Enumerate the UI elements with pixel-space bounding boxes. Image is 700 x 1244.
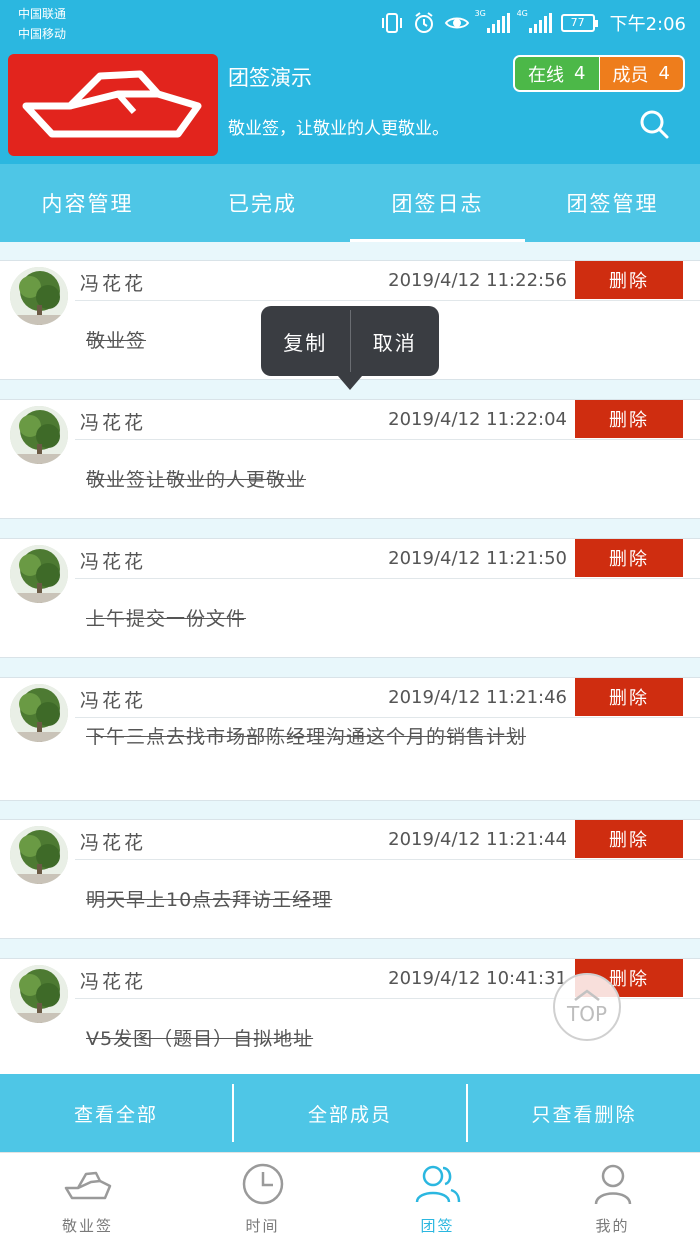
- battery-icon: 77: [560, 14, 598, 32]
- search-icon: [640, 110, 669, 139]
- tab-content-management[interactable]: 内容管理: [0, 164, 175, 242]
- nav-time[interactable]: 时间: [175, 1153, 350, 1244]
- entry-text[interactable]: 明天早上10点去拜访王经理: [86, 885, 660, 915]
- header: 团签演示 敬业签，让敬业的人更敬业。 在线 4 成员 4: [0, 48, 700, 164]
- delete-button[interactable]: 删除: [575, 400, 683, 438]
- avatar: [10, 684, 68, 742]
- entry-timestamp: 2019/4/12 11:21:46: [388, 687, 567, 708]
- avatar: [10, 406, 68, 464]
- entry-timestamp: 2019/4/12 11:21:44: [388, 829, 567, 850]
- entry-timestamp: 2019/4/12 10:41:31: [388, 968, 567, 989]
- cancel-button[interactable]: 取消: [351, 306, 440, 376]
- tab-completed[interactable]: 已完成: [175, 164, 350, 242]
- all-members-button[interactable]: 全部成员: [234, 1074, 466, 1152]
- top-label: TOP: [566, 1002, 608, 1026]
- divider: [75, 578, 700, 579]
- log-entry[interactable]: 冯花花 2019/4/12 11:22:04 删除 敬业签让敬业的人更敬业: [0, 399, 700, 519]
- carrier-1: 中国联通: [18, 7, 67, 21]
- signal-4g-icon: 4G: [517, 9, 552, 33]
- slogan: 敬业签，让敬业的人更敬业。: [228, 119, 449, 139]
- author-name: 冯花花: [80, 832, 147, 854]
- signal-3g-icon: 3G: [475, 9, 510, 33]
- entry-timestamp: 2019/4/12 11:22:56: [388, 270, 567, 291]
- view-all-button[interactable]: 查看全部: [0, 1074, 232, 1152]
- delete-button[interactable]: 删除: [575, 539, 683, 577]
- nav-mine[interactable]: 我的: [525, 1153, 700, 1244]
- delete-button[interactable]: 删除: [575, 261, 683, 299]
- search-button[interactable]: [638, 108, 670, 140]
- author-name: 冯花花: [80, 971, 147, 993]
- section-tabs: 内容管理 已完成 团签日志 团签管理: [0, 164, 700, 242]
- entry-timestamp: 2019/4/12 11:22:04: [388, 409, 567, 430]
- nav-team[interactable]: 团签: [350, 1153, 525, 1244]
- log-entry[interactable]: 冯花花 2019/4/12 11:21:46 删除 下午三点去找市场部陈经理沟通…: [0, 677, 700, 801]
- filter-actions-bar: 查看全部 全部成员 只查看删除: [0, 1074, 700, 1152]
- scroll-to-top-button[interactable]: TOP: [553, 973, 621, 1041]
- nav-jingyeqian[interactable]: 敬业签: [0, 1153, 175, 1244]
- author-name: 冯花花: [80, 690, 147, 712]
- author-name: 冯花花: [80, 551, 147, 573]
- divider: [75, 439, 700, 440]
- carrier-2: 中国移动: [18, 27, 67, 41]
- entry-text[interactable]: 下午三点去找市场部陈经理沟通这个月的销售计划: [86, 722, 660, 752]
- author-name: 冯花花: [80, 412, 147, 434]
- entry-text[interactable]: 敬业签让敬业的人更敬业: [86, 465, 660, 495]
- team-stats[interactable]: 在线 4 成员 4: [513, 55, 685, 92]
- member-count-badge[interactable]: 成员 4: [598, 57, 683, 90]
- avatar: [10, 267, 68, 325]
- delete-button[interactable]: 删除: [575, 820, 683, 858]
- status-bar: 中国联通 中国移动 3G 4G 77 下午2:06: [0, 0, 700, 48]
- log-entry[interactable]: 冯花花 2019/4/12 11:21:44 删除 明天早上10点去拜访王经理: [0, 819, 700, 939]
- copy-button[interactable]: 复制: [261, 306, 350, 376]
- jingyeqian-logo-icon: [64, 1171, 111, 1200]
- author-name: 冯花花: [80, 273, 147, 295]
- vibrate-icon: [381, 13, 402, 33]
- avatar: [10, 965, 68, 1023]
- chevron-up-icon: [574, 989, 600, 1001]
- divider: [75, 859, 700, 860]
- avatar: [10, 826, 68, 884]
- bottom-navigation: 敬业签 时间 团签 我的: [0, 1152, 700, 1244]
- person-icon: [594, 1164, 631, 1205]
- divider: [75, 717, 700, 718]
- only-deleted-button[interactable]: 只查看删除: [468, 1074, 700, 1152]
- alarm-icon: [414, 12, 433, 33]
- log-entry[interactable]: 冯花花 2019/4/12 11:21:50 删除 上午提交一份文件: [0, 538, 700, 658]
- entry-timestamp: 2019/4/12 11:21:50: [388, 548, 567, 569]
- entry-text[interactable]: 上午提交一份文件: [86, 604, 660, 634]
- context-menu-popup: 复制 取消: [261, 306, 440, 390]
- tab-team-log[interactable]: 团签日志: [350, 164, 525, 242]
- divider: [75, 300, 700, 301]
- clock-time: 下午2:06: [609, 14, 686, 35]
- status-icons: 3G 4G 77 下午2:06: [380, 8, 686, 38]
- online-count-badge[interactable]: 在线 4: [515, 57, 599, 90]
- team-title: 团签演示: [228, 66, 312, 90]
- eye-icon: [444, 17, 469, 29]
- delete-button[interactable]: 删除: [575, 678, 683, 716]
- app-logo: [8, 54, 218, 156]
- avatar: [10, 545, 68, 603]
- team-icon: [415, 1165, 460, 1203]
- tab-team-management[interactable]: 团签管理: [525, 164, 700, 242]
- carrier-names: 中国联通 中国移动: [18, 4, 66, 44]
- clock-icon: [242, 1163, 283, 1205]
